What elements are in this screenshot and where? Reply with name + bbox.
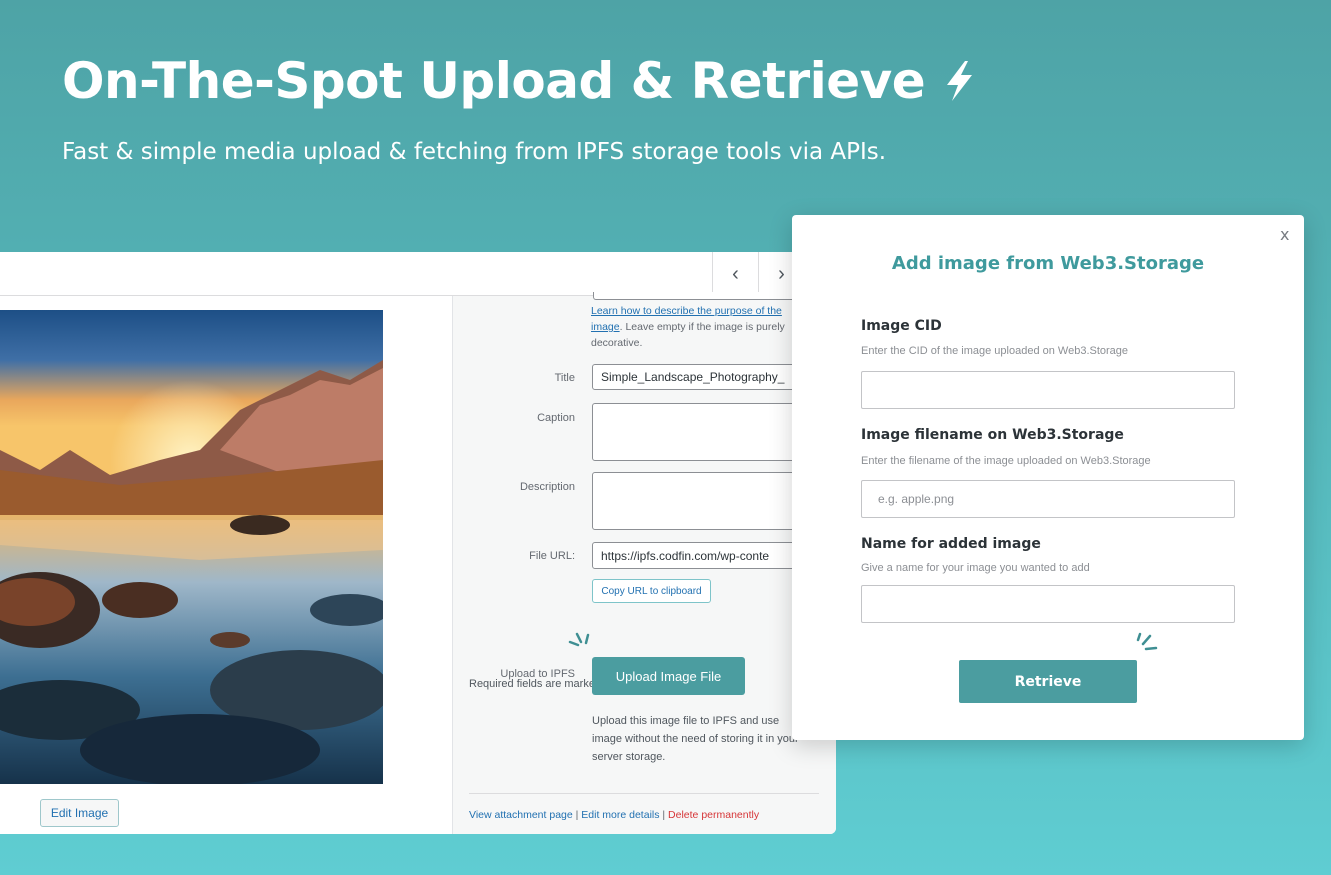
edit-more-details-link[interactable]: Edit more details <box>581 809 659 821</box>
caption-label: Caption <box>537 412 575 424</box>
add-image-modal: x Add image from Web3.Storage Image CID … <box>792 215 1304 740</box>
hero-subtitle: Fast & simple media upload & fetching fr… <box>62 139 887 165</box>
lightning-bolt-icon <box>947 61 973 101</box>
chevron-left-icon: ‹ <box>732 262 739 285</box>
retrieve-button[interactable]: Retrieve <box>959 660 1137 703</box>
attachment-footer-links: View attachment page | Edit more details… <box>469 809 760 821</box>
attachment-details-sidebar: Learn how to describe the purpose of the… <box>452 292 836 834</box>
upload-help-text: Upload this image file to IPFS and use i… <box>592 715 799 763</box>
view-attachment-link[interactable]: View attachment page <box>469 809 573 821</box>
copy-url-button[interactable]: Copy URL to clipboard <box>592 579 711 603</box>
alt-text-help: Learn how to describe the purpose of the… <box>591 305 785 349</box>
divider <box>469 793 819 794</box>
title-label: Title <box>554 372 575 384</box>
image-filename-input[interactable] <box>861 480 1235 518</box>
sparkle-icon <box>1136 632 1158 651</box>
title-field[interactable]: Simple_Landscape_Photography_ <box>592 364 802 390</box>
image-name-label: Name for added image <box>861 536 1041 552</box>
hero-title-text: On-The-Spot Upload & Retrieve <box>62 52 926 110</box>
file-url-label: File URL: <box>529 550 575 562</box>
description-label: Description <box>519 481 575 493</box>
sparkle-icon <box>568 632 590 647</box>
media-details-panel: ‹ › Edit Image Learn how to describe the… <box>0 252 836 834</box>
alt-text-field[interactable] <box>593 292 803 300</box>
media-topbar: ‹ › <box>0 252 836 296</box>
edit-image-button[interactable]: Edit Image <box>40 799 119 827</box>
image-cid-label: Image CID <box>861 318 942 334</box>
image-name-input[interactable] <box>861 585 1235 623</box>
chevron-right-icon: › <box>778 262 785 285</box>
close-icon[interactable]: x <box>1280 225 1289 244</box>
delete-permanently-link[interactable]: Delete permanently <box>668 809 759 821</box>
image-cid-help: Enter the CID of the image uploaded on W… <box>861 345 1129 357</box>
landscape-photo <box>0 310 383 784</box>
modal-title: Add image from Web3.Storage <box>891 253 1205 274</box>
image-filename-help: Enter the filename of the image uploaded… <box>861 455 1151 467</box>
image-cid-input[interactable] <box>861 371 1235 409</box>
upload-to-ipfs-label: Upload to IPFS <box>500 668 575 680</box>
hero-title: On-The-Spot Upload & Retrieve <box>62 52 979 110</box>
description-field[interactable] <box>592 472 802 530</box>
upload-image-file-button[interactable]: Upload Image File <box>592 657 745 695</box>
caption-field[interactable] <box>592 403 802 461</box>
file-url-field[interactable]: https://ipfs.codfin.com/wp-conte <box>592 542 802 569</box>
image-filename-label: Image filename on Web3.Storage <box>861 427 1124 443</box>
image-name-help: Give a name for your image you wanted to… <box>861 562 1090 574</box>
previous-attachment-button[interactable]: ‹ <box>712 252 758 296</box>
